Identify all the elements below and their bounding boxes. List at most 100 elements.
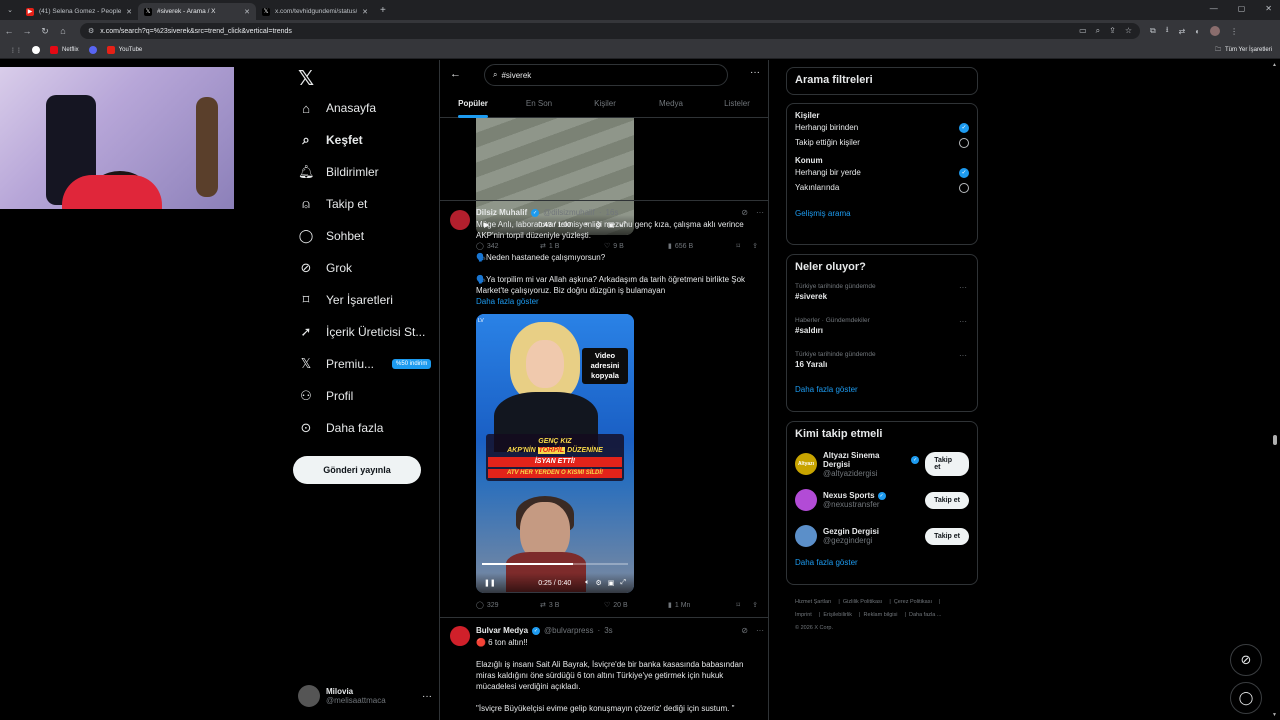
more-dots-icon[interactable]: ···: [756, 208, 764, 217]
radio-icon[interactable]: [959, 182, 969, 193]
back-arrow-icon[interactable]: ←: [450, 68, 461, 80]
filter-anywhere[interactable]: Herhangi bir yerde ✓: [787, 165, 977, 180]
scroll-up-icon[interactable]: ▲: [1272, 62, 1277, 68]
footer-link[interactable]: Erişilebilirlik: [823, 612, 852, 618]
close-tab-icon[interactable]: ✕: [126, 8, 132, 16]
nav-bookmarks[interactable]: ⌑ Yer İşaretleri: [290, 284, 431, 316]
nav-grok[interactable]: ⊘ Grok: [290, 252, 431, 284]
nav-home[interactable]: ⌂ Anasayfa: [290, 92, 431, 124]
home-browser-icon[interactable]: ⌂: [54, 26, 72, 36]
post-time[interactable]: 16s: [606, 208, 619, 217]
fullscreen-icon[interactable]: ⤢: [620, 579, 626, 587]
maximize-icon[interactable]: ▢: [1238, 4, 1246, 13]
nav-notifications[interactable]: 🔔︎ Bildirimler: [290, 156, 431, 188]
show-more-link[interactable]: Daha fazla göster: [787, 385, 977, 394]
grok-icon[interactable]: ⊘: [741, 626, 748, 635]
like-button[interactable]: ♡ 20 B: [604, 601, 668, 610]
post-time[interactable]: 3s: [604, 626, 612, 635]
account-switcher[interactable]: Milovia @melisaattmaca ···: [298, 682, 432, 710]
reload-icon[interactable]: ↻: [36, 26, 54, 37]
avatar[interactable]: [450, 626, 470, 646]
profile-avatar[interactable]: [1210, 26, 1221, 36]
nav-more[interactable]: ⊙ Daha fazla: [290, 412, 431, 444]
filter-anyone[interactable]: Herhangi birinden ✓: [787, 120, 977, 135]
author-name[interactable]: Dilsiz Muhalif: [476, 208, 527, 217]
volume-icon[interactable]: 🔈︎: [585, 579, 589, 587]
nav-profile[interactable]: ⚇ Profil: [290, 380, 431, 412]
bookmark-icon[interactable]: ⌑: [737, 601, 741, 609]
post-button[interactable]: Gönderi yayınla: [293, 456, 421, 484]
extensions-icon[interactable]: ⧉: [1150, 26, 1156, 36]
star-icon[interactable]: ☆: [1125, 26, 1132, 36]
share-icon[interactable]: ⇪: [1109, 26, 1116, 36]
radio-icon[interactable]: [959, 137, 969, 148]
author-handle[interactable]: @bulvarpress: [544, 626, 593, 635]
cast-icon[interactable]: ▭: [1079, 26, 1087, 36]
post-video[interactable]: ▶ 0:43 / 1:00 🔈︎ ⚙ ▣ ⤢: [476, 118, 634, 235]
apps-icon[interactable]: ⋮⋮: [10, 47, 22, 54]
tab-people[interactable]: Kişiler: [572, 96, 638, 118]
author-name[interactable]: Bulvar Medya: [476, 626, 528, 635]
messages-button[interactable]: ◯: [1230, 682, 1262, 714]
advanced-search-link[interactable]: Gelişmiş arama: [787, 209, 977, 218]
close-tab-icon[interactable]: ✕: [244, 8, 250, 16]
follow-suggestion[interactable]: Nexus Sports ✓ @nexustransfer Takip et: [787, 482, 977, 518]
tab-lists[interactable]: Listeler: [704, 96, 768, 118]
scrollbar-thumb[interactable]: [1273, 435, 1277, 445]
browser-tab-status[interactable]: 𝕏 x.com/tevhidgundemi/status/2 ✕: [256, 3, 374, 20]
footer-link[interactable]: Imprint: [795, 612, 812, 618]
settings-icon[interactable]: ⚙: [595, 579, 601, 587]
nav-chat[interactable]: ◯ Sohbet: [290, 220, 431, 252]
new-tab-button[interactable]: +: [380, 5, 386, 16]
grok-icon[interactable]: ⊘: [741, 208, 748, 217]
zoom-icon[interactable]: ⌕: [1096, 26, 1100, 36]
filter-following[interactable]: Takip ettiğin kişiler: [787, 135, 977, 150]
download-icon[interactable]: ⭳: [1166, 24, 1169, 38]
follow-button[interactable]: Takip et: [925, 452, 969, 476]
forward-icon[interactable]: →: [18, 26, 36, 36]
browser-tab-youtube[interactable]: ▶ (41) Selena Gomez - People You ✕: [20, 3, 138, 20]
x-logo[interactable]: 𝕏: [298, 66, 314, 91]
footer-link[interactable]: Daha fazla ...: [909, 612, 941, 618]
search-input[interactable]: ⌕ #siverek: [484, 64, 728, 86]
follow-button[interactable]: Takip et: [925, 491, 969, 509]
radio-checked-icon[interactable]: ✓: [959, 167, 969, 178]
footer-link[interactable]: Gizlilik Politikası: [843, 599, 882, 605]
footer-link[interactable]: Çerez Politikası: [894, 599, 932, 605]
menu-dots-icon[interactable]: ⋮: [1230, 27, 1238, 36]
show-more-link[interactable]: Daha fazla göster: [787, 558, 977, 567]
follow-button[interactable]: Takip et: [925, 527, 969, 545]
close-window-icon[interactable]: ✕: [1265, 4, 1272, 13]
nav-creator-studio[interactable]: ➚ İçerik Üreticisi St...: [290, 316, 431, 348]
reply-button[interactable]: ◯ 329: [476, 601, 540, 610]
google-icon[interactable]: [32, 46, 40, 54]
filter-near-you[interactable]: Yakınlarında: [787, 180, 977, 195]
back-icon[interactable]: ←: [0, 26, 18, 36]
footer-link[interactable]: Hizmet Şartları: [795, 599, 831, 605]
bookmark-discord[interactable]: [88, 46, 97, 54]
repost-button[interactable]: ⇄ 3 B: [540, 601, 604, 610]
follow-suggestion[interactable]: Altyazı Altyazı Sinema Dergisi ✓ @altyazid…: [787, 446, 977, 482]
more-dots-icon[interactable]: ···: [959, 351, 967, 360]
page-scrollbar[interactable]: ▲ ▼: [1270, 60, 1280, 720]
copy-video-url-tooltip[interactable]: Video adresini kopyala: [582, 348, 628, 384]
minimize-icon[interactable]: —: [1210, 4, 1218, 13]
radio-checked-icon[interactable]: ✓: [959, 122, 969, 133]
share-icon[interactable]: ⇪: [752, 601, 758, 609]
nav-follow[interactable]: ⍝ Takip et: [290, 188, 431, 220]
more-dots-icon[interactable]: ···: [959, 317, 967, 326]
more-dots-icon[interactable]: ···: [756, 626, 764, 635]
more-dots-icon[interactable]: ···: [959, 283, 967, 292]
trend-item[interactable]: Haberler · Gündemdekiler #saldırı ···: [787, 313, 977, 347]
tab-search-icon[interactable]: ⌄: [0, 6, 20, 14]
scroll-down-icon[interactable]: ▼: [1272, 712, 1277, 718]
nav-explore[interactable]: ⌕ Keşfet: [290, 124, 431, 156]
tab-media[interactable]: Medya: [638, 96, 704, 118]
close-tab-icon[interactable]: ✕: [362, 8, 368, 16]
more-dots-icon[interactable]: ···: [750, 67, 760, 78]
trend-item[interactable]: Türkiye tarihinde gündemde 16 Yaralı ···: [787, 347, 977, 381]
nav-premium[interactable]: 𝕏 Premiu... %50 indirim: [290, 348, 432, 380]
footer-link[interactable]: Reklam bilgisi: [864, 612, 898, 618]
site-info-icon[interactable]: ⚙: [88, 27, 94, 35]
grok-button[interactable]: ⊘: [1230, 644, 1262, 676]
